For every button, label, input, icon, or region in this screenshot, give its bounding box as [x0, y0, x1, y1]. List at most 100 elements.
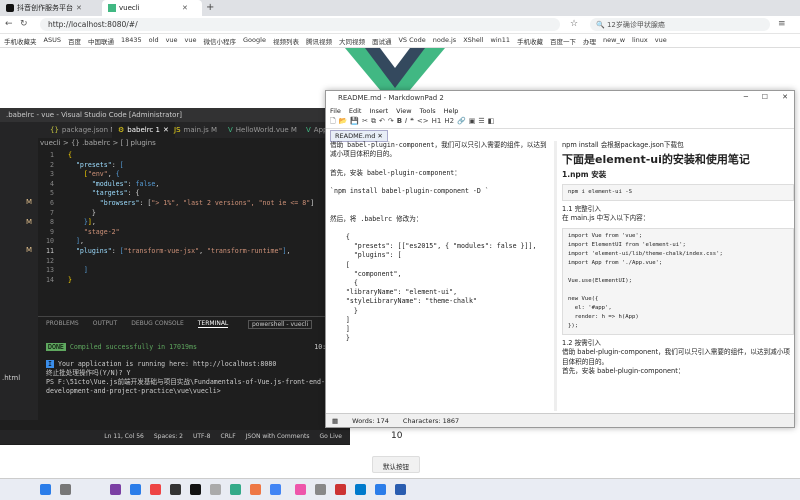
bookmark-item[interactable]: 中国联通: [88, 36, 114, 46]
tab-terminal[interactable]: TERMINAL: [197, 320, 229, 328]
browser-tab-vuecli[interactable]: vuecli ✕: [102, 0, 202, 16]
app-icon[interactable]: [315, 484, 326, 495]
browser-tab-douyin[interactable]: 抖音创作服务平台 ✕: [0, 0, 110, 16]
bookmark-item[interactable]: 大同视频: [339, 36, 365, 46]
link-icon[interactable]: 🔗: [457, 117, 466, 127]
onenote-icon[interactable]: [110, 484, 121, 495]
bookmark-item[interactable]: VS Code: [398, 36, 425, 45]
terminal-output[interactable]: DONE Compiled successfully in 17019ms10:…: [46, 343, 346, 396]
bookmark-item[interactable]: node.js: [433, 36, 456, 45]
tab-package-json[interactable]: {} package.json M: [44, 122, 122, 138]
bookmark-item[interactable]: vue: [185, 36, 197, 45]
italic-icon[interactable]: I: [405, 117, 407, 127]
word-icon[interactable]: [130, 484, 141, 495]
h2-icon[interactable]: H2: [444, 117, 454, 127]
preview-icon[interactable]: ◧: [488, 117, 495, 127]
search-icon[interactable]: [60, 484, 71, 495]
minimize-icon[interactable]: ─: [744, 93, 748, 101]
bookmark-item[interactable]: 办理: [583, 36, 596, 46]
bookmark-item[interactable]: 百度一下: [550, 36, 576, 46]
list-icon[interactable]: ☰: [478, 117, 484, 127]
new-tab-button[interactable]: +: [206, 2, 214, 13]
close-icon[interactable]: ✕: [782, 93, 788, 101]
bookmark-item[interactable]: ASUS: [44, 36, 61, 45]
status-position[interactable]: Ln 11, Col 56: [104, 433, 144, 441]
douyin-icon[interactable]: [190, 484, 201, 495]
menu-help[interactable]: Help: [444, 107, 459, 115]
editor-scrollbar[interactable]: [554, 141, 557, 411]
app-icon[interactable]: [150, 484, 161, 495]
cut-icon[interactable]: ✂: [362, 117, 368, 127]
bookmark-item[interactable]: linux: [632, 36, 648, 45]
tab-debug-console[interactable]: DEBUG CONSOLE: [131, 320, 184, 328]
bookmark-item[interactable]: 微信小程序: [204, 36, 237, 46]
copy-icon[interactable]: ⧉: [371, 117, 376, 127]
bookmark-item[interactable]: 手机收藏: [517, 36, 543, 46]
menu-file[interactable]: File: [330, 107, 341, 115]
menu-icon[interactable]: ≡: [778, 19, 786, 29]
bookmark-item[interactable]: 视频列表: [273, 36, 299, 46]
close-icon[interactable]: ✕: [377, 132, 382, 140]
bookmark-item[interactable]: XShell: [463, 36, 483, 45]
refresh-icon[interactable]: ↻: [20, 19, 28, 29]
quote-icon[interactable]: ❝: [410, 117, 414, 127]
star-icon[interactable]: ☆: [570, 19, 578, 29]
status-language[interactable]: JSON with Comments: [246, 433, 310, 441]
chrome-icon[interactable]: [270, 484, 281, 495]
app-icon[interactable]: [335, 484, 346, 495]
bookmark-item[interactable]: 18435: [121, 36, 142, 45]
markdown-editor[interactable]: 借助 babel-plugin-component，我们可以只引入需要的组件，以…: [330, 141, 550, 411]
bookmark-item[interactable]: vue: [655, 36, 667, 45]
bookmark-item[interactable]: 腾讯视频: [306, 36, 332, 46]
redo-icon[interactable]: ↷: [388, 117, 394, 127]
code-editor[interactable]: 1{ 2 "presets": [ 3 ["env", { 4 "modules…: [40, 151, 345, 285]
vscode-icon[interactable]: [355, 484, 366, 495]
bookmark-item[interactable]: old: [149, 36, 159, 45]
tab-main-js[interactable]: JS main.js M: [168, 122, 223, 138]
bookmark-item[interactable]: Google: [243, 36, 266, 45]
bookmark-item[interactable]: new_w: [603, 36, 625, 45]
sidebar-file-html[interactable]: .html: [2, 374, 20, 382]
code-icon[interactable]: <>: [417, 117, 429, 127]
windows-start-icon[interactable]: [40, 484, 51, 495]
app-icon[interactable]: [250, 484, 261, 495]
search-field[interactable]: 🔍 12岁确诊甲状腺癌: [590, 18, 770, 31]
status-go-live[interactable]: Go Live: [320, 433, 342, 441]
app-icon[interactable]: [295, 484, 306, 495]
tab-helloworld-vue[interactable]: V HelloWorld.vue M: [222, 122, 303, 138]
menu-tools[interactable]: Tools: [420, 107, 436, 115]
status-indent[interactable]: Spaces: 2: [154, 433, 183, 441]
menu-view[interactable]: View: [396, 107, 411, 115]
open-icon[interactable]: 📂: [339, 117, 348, 127]
tab-problems[interactable]: PROBLEMS: [46, 320, 79, 328]
bookmark-item[interactable]: win11: [491, 36, 511, 45]
markdownpad-icon[interactable]: [395, 484, 406, 495]
bookmark-item[interactable]: 百度: [68, 36, 81, 46]
app-icon[interactable]: [210, 484, 221, 495]
back-icon[interactable]: ←: [5, 19, 13, 29]
tab-babelrc[interactable]: ⚙ babelrc 1 ✕: [112, 122, 175, 138]
menu-insert[interactable]: Insert: [369, 107, 388, 115]
default-button[interactable]: 默认按钮: [372, 456, 420, 473]
terminal-shell-select[interactable]: powershell - vuecli: [248, 320, 313, 329]
app-icon[interactable]: [230, 484, 241, 495]
url-field[interactable]: http://localhost:8080/#/: [40, 18, 560, 31]
close-icon[interactable]: ✕: [182, 4, 188, 12]
menu-edit[interactable]: Edit: [349, 107, 362, 115]
undo-icon[interactable]: ↶: [379, 117, 385, 127]
new-icon[interactable]: 🗋: [330, 117, 336, 127]
maximize-icon[interactable]: ☐: [762, 93, 768, 101]
app-icon[interactable]: [170, 484, 181, 495]
bold-icon[interactable]: B: [397, 117, 402, 127]
bookmark-item[interactable]: vue: [166, 36, 178, 45]
app-icon[interactable]: [375, 484, 386, 495]
bookmark-item[interactable]: 面试通: [372, 36, 392, 46]
save-icon[interactable]: 💾: [350, 117, 359, 127]
image-icon[interactable]: ▣: [469, 117, 476, 127]
breadcrumb[interactable]: vuecli > {} .babelrc > [ ] plugins: [40, 139, 156, 147]
h1-icon[interactable]: H1: [432, 117, 442, 127]
bookmark-item[interactable]: 手机收藏夹: [4, 36, 37, 46]
tab-output[interactable]: OUTPUT: [93, 320, 117, 328]
status-encoding[interactable]: UTF-8: [193, 433, 211, 441]
close-icon[interactable]: ✕: [76, 4, 82, 12]
